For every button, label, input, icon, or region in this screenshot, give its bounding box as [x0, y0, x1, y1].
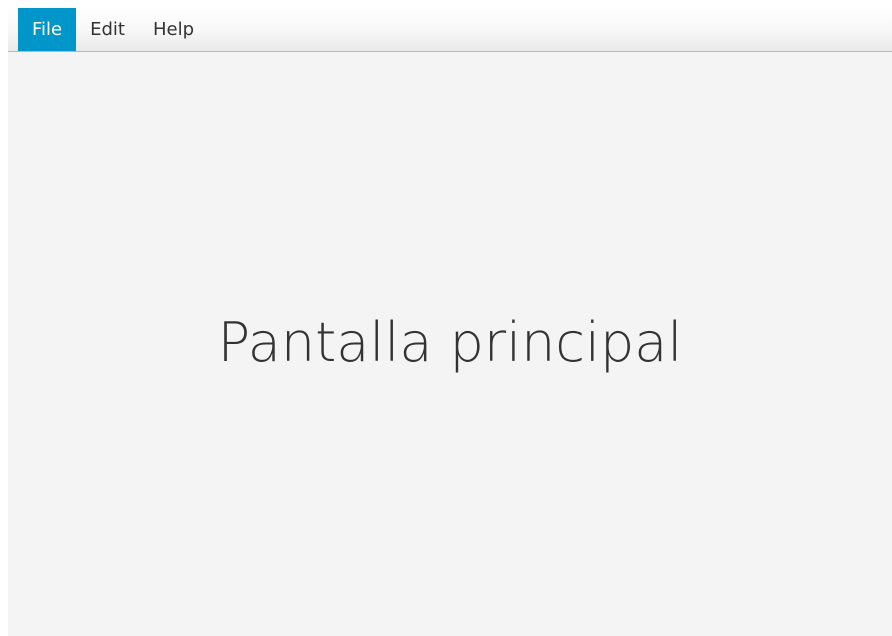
menu-help[interactable]: Help [139, 8, 208, 51]
menu-edit[interactable]: Edit [76, 8, 139, 51]
main-heading: Pantalla principal [217, 310, 683, 374]
app-window: File Edit Help Pantalla principal [8, 8, 892, 636]
main-content: Pantalla principal [8, 52, 892, 636]
menu-file[interactable]: File [18, 8, 77, 51]
menu-bar: File Edit Help [8, 8, 892, 52]
